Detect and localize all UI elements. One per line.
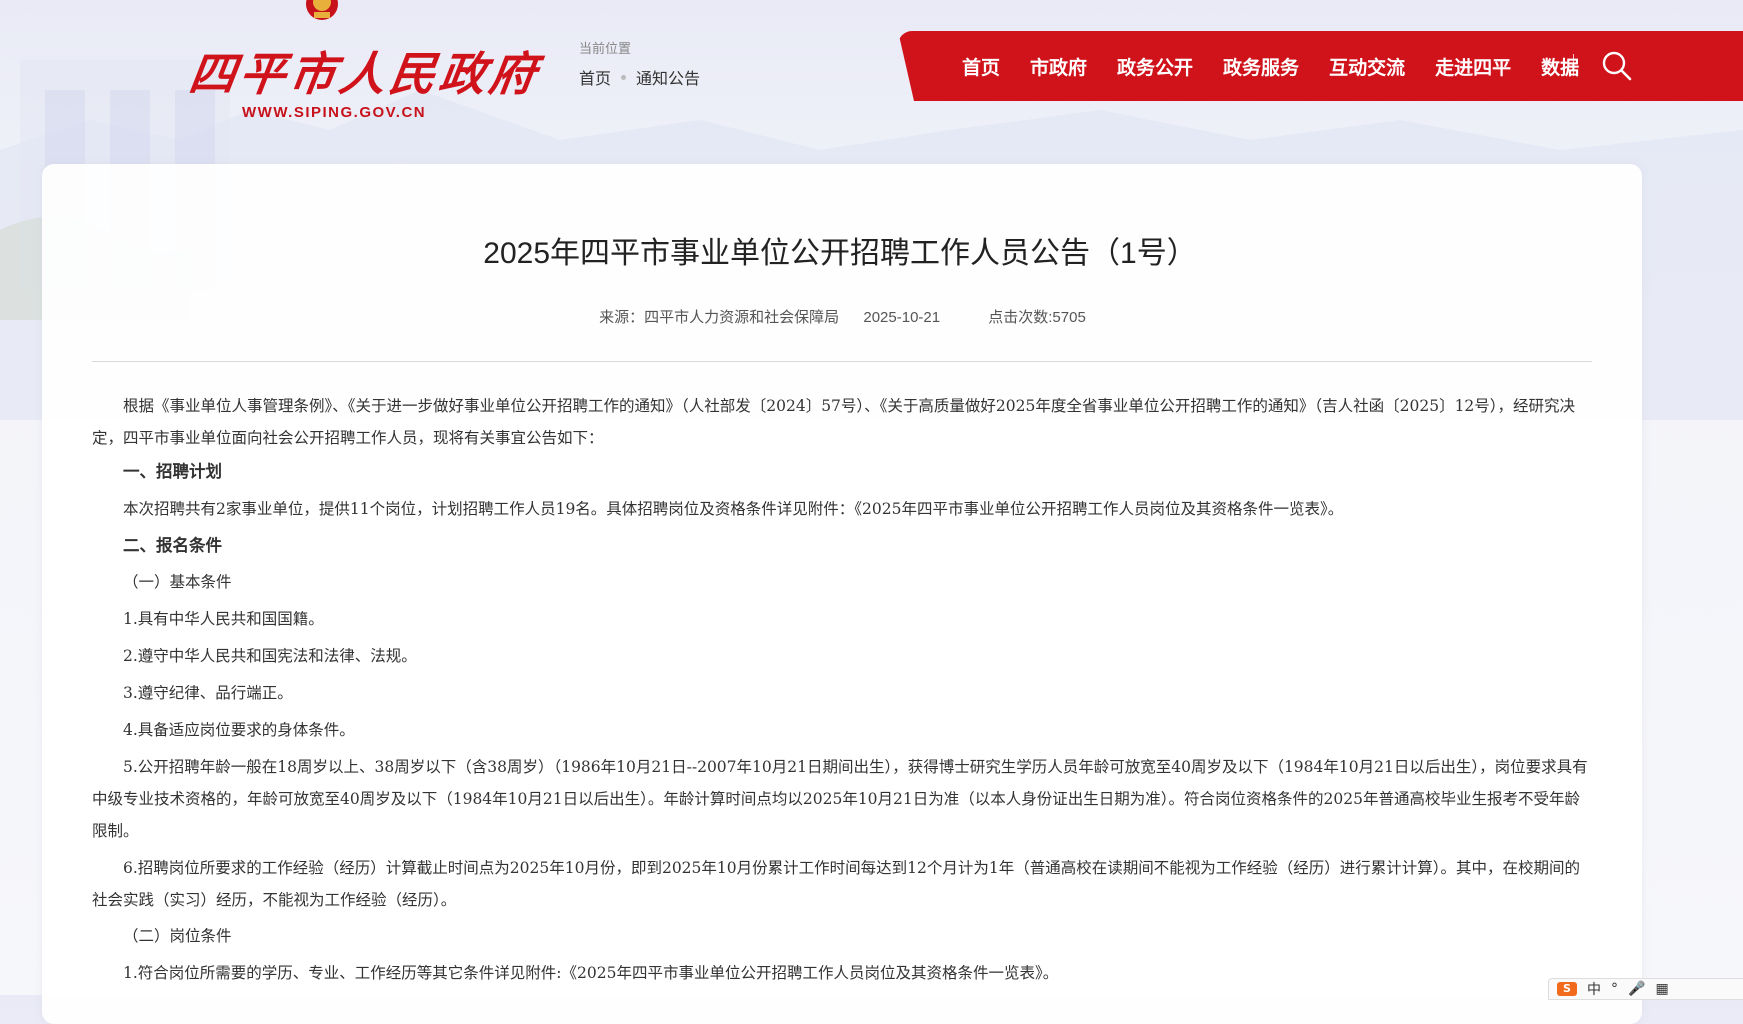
national-emblem-icon (306, 0, 338, 20)
site-logo[interactable]: 四平市人民政府 WWW.SIPING.GOV.CN (186, 0, 543, 130)
breadcrumb-area: 当前位置 首页 通知公告 (579, 38, 700, 89)
main-nav: 首页 市政府 政务公开 政务服务 互动交流 走进四平 数据 (898, 31, 1743, 101)
nav-divider (1573, 54, 1574, 76)
breadcrumb: 首页 通知公告 (579, 65, 700, 89)
condition-item-6: 6.招聘岗位所要求的工作经验（经历）计算截止时间点为2025年10月份，即到20… (92, 859, 1580, 909)
article-title: 2025年四平市事业单位公开招聘工作人员公告（1号） (483, 237, 1197, 270)
paragraph-plan: 本次招聘共有2家事业单位，提供11个岗位，计划招聘工作人员19名。具体招聘岗位及… (123, 500, 1344, 518)
article-source: 来源：四平市人力资源和社会保障局 (599, 309, 840, 326)
sogou-ime-icon[interactable]: S (1557, 982, 1577, 996)
position-item-1: 1.符合岗位所需要的学历、专业、工作经历等其它条件详见附件:《2025年四平市事… (123, 964, 1059, 982)
condition-item-4: 4.具备适应岗位要求的身体条件。 (123, 721, 355, 739)
nav-item-interaction[interactable]: 互动交流 (1329, 53, 1405, 80)
breadcrumb-title: 当前位置 (579, 41, 632, 56)
logo-url: WWW.SIPING.GOV.CN (242, 104, 427, 121)
title-divider (92, 361, 1592, 362)
nav-item-services[interactable]: 政务服务 (1223, 53, 1299, 80)
condition-item-5: 5.公开招聘年龄一般在18周岁以上、38周岁以下（含38周岁）（1986年10月… (92, 758, 1588, 840)
article-meta: 来源：四平市人力资源和社会保障局 2025-10-21 点击次数:5705 (0, 306, 1685, 327)
nav-item-home[interactable]: 首页 (962, 53, 1000, 80)
section-heading-plan: 一、招聘计划 (123, 463, 222, 481)
nav-item-government[interactable]: 市政府 (1030, 53, 1087, 80)
paragraph-intro: 根据《事业单位人事管理条例》、《关于进一步做好事业单位公开招聘工作的通知》（人社… (92, 397, 1576, 447)
logo-text: 四平市人民政府 (185, 47, 544, 101)
condition-item-3: 3.遵守纪律、品行端正。 (123, 684, 293, 702)
breadcrumb-home-link[interactable]: 首页 (579, 65, 611, 89)
ime-language-indicator[interactable]: 中 (1587, 979, 1601, 999)
article-date: 2025-10-21 (863, 309, 941, 326)
breadcrumb-separator-icon (621, 74, 627, 80)
subsection-basic: （一）基本条件 (123, 573, 232, 591)
search-icon[interactable] (1600, 49, 1634, 83)
subsection-position: （二）岗位条件 (123, 927, 232, 945)
nav-item-open-affairs[interactable]: 政务公开 (1117, 53, 1193, 80)
condition-item-1: 1.具有中华人民共和国国籍。 (123, 610, 324, 628)
breadcrumb-notice-link[interactable]: 通知公告 (636, 65, 700, 89)
nav-item-about-siping[interactable]: 走进四平 (1435, 53, 1511, 80)
condition-item-2: 2.遵守中华人民共和国宪法和法律、法规。 (123, 647, 417, 665)
article-clicks: 点击次数:5705 (988, 309, 1086, 326)
ime-toolbar[interactable]: S 中 ° 🎤 ▦ (1548, 978, 1743, 1000)
section-heading-conditions: 二、报名条件 (123, 537, 222, 555)
